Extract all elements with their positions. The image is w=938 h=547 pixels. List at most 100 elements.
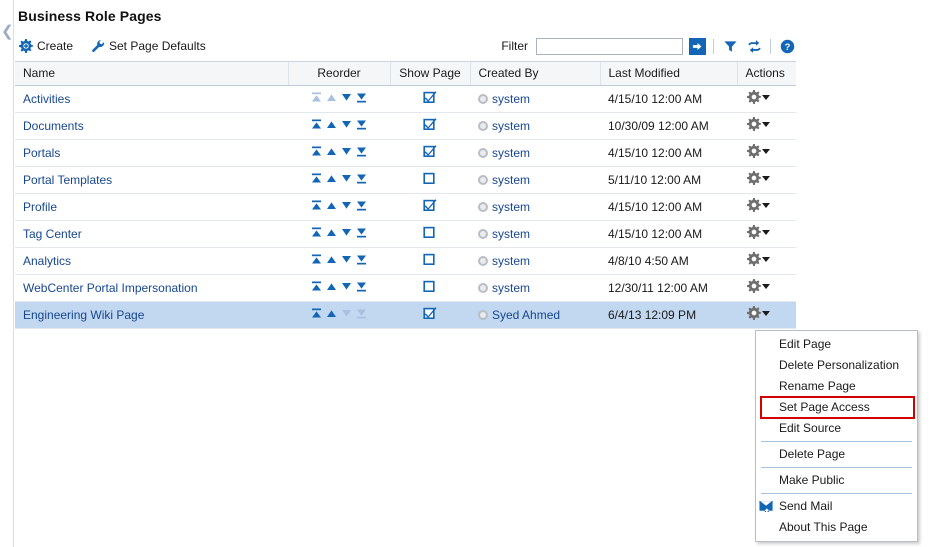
row-actions-menu-button[interactable] [747,279,770,293]
created-by-link[interactable]: system [492,254,530,268]
show-page-checkbox-checked[interactable] [423,144,437,158]
table-row[interactable]: Tag Center system 4/15/10 12:00 AM [15,220,796,248]
menu-item-delete-personalization[interactable]: Delete Personalization [756,355,917,376]
actions-gear-icon[interactable] [747,171,761,185]
move-to-top-icon[interactable] [310,91,323,104]
table-row[interactable]: Analytics system 4/8/10 4:50 AM [15,247,796,275]
menu-item-delete-page[interactable]: Delete Page [756,444,917,465]
move-down-icon[interactable] [340,118,353,131]
show-page-checkbox-unchecked[interactable] [423,171,437,185]
row-actions-menu-button[interactable] [747,252,770,266]
move-up-icon[interactable] [325,145,338,158]
set-page-defaults-button[interactable]: Set Page Defaults [91,39,206,53]
page-name-link[interactable]: Portals [23,146,60,160]
move-up-icon[interactable] [325,118,338,131]
move-to-bottom-icon[interactable] [355,118,368,131]
presence-indicator-icon[interactable] [478,93,488,104]
move-down-icon[interactable] [340,91,353,104]
filter-go-button[interactable] [689,37,706,55]
column-header-actions[interactable]: Actions [737,62,796,86]
move-to-top-icon[interactable] [310,199,323,212]
page-name-link[interactable]: Portal Templates [23,173,112,187]
menu-item-edit-source[interactable]: Edit Source [756,418,917,439]
row-actions-menu-button[interactable] [747,144,770,158]
move-to-top-icon[interactable] [310,280,323,293]
presence-indicator-icon[interactable] [478,120,488,131]
move-to-top-icon[interactable] [310,253,323,266]
created-by-link[interactable]: system [492,200,530,214]
move-to-bottom-icon[interactable] [355,91,368,104]
show-page-checkbox-checked[interactable] [423,117,437,131]
created-by-link[interactable]: Syed Ahmed [492,308,560,322]
help-button[interactable]: ? [778,37,796,55]
table-row[interactable]: Documents system 10/30/09 12:00 AM [15,112,796,140]
presence-indicator-icon[interactable] [478,201,488,212]
table-row[interactable]: Portal Templates system 5/11/10 12:00 AM [15,166,796,194]
created-by-link[interactable]: system [492,281,530,295]
presence-indicator-icon[interactable] [478,309,488,320]
detach-button[interactable] [745,37,763,55]
move-down-icon[interactable] [340,145,353,158]
move-to-bottom-icon[interactable] [355,172,368,185]
move-to-top-icon[interactable] [310,172,323,185]
move-to-top-icon[interactable] [310,226,323,239]
page-name-link[interactable]: Profile [23,200,57,214]
move-up-icon[interactable] [325,280,338,293]
presence-indicator-icon[interactable] [478,174,488,185]
created-by-link[interactable]: system [492,92,530,106]
column-header-created-by[interactable]: Created By [470,62,601,86]
menu-item-make-public[interactable]: Make Public [756,470,917,491]
move-to-bottom-icon[interactable] [355,226,368,239]
move-up-icon[interactable] [325,307,338,320]
show-page-checkbox-checked[interactable] [423,306,437,320]
show-page-checkbox-unchecked[interactable] [423,252,437,266]
menu-item-set-page-access[interactable]: Set Page Access [760,396,915,419]
created-by-link[interactable]: system [492,173,530,187]
move-to-top-icon[interactable] [310,145,323,158]
table-row[interactable]: Profile system 4/15/10 12:00 AM [15,193,796,221]
move-to-bottom-icon[interactable] [355,145,368,158]
presence-indicator-icon[interactable] [478,255,488,266]
move-down-icon[interactable] [340,253,353,266]
actions-gear-icon[interactable] [747,144,761,158]
move-to-bottom-icon[interactable] [355,199,368,212]
menu-item-send-mail[interactable]: Send Mail [756,496,917,517]
actions-gear-icon[interactable] [747,117,761,131]
row-actions-menu-button[interactable] [747,171,770,185]
table-row[interactable]: Activities system 4/15/10 12:00 AM [15,85,796,113]
move-to-bottom-icon[interactable] [355,253,368,266]
page-name-link[interactable]: Activities [23,92,70,106]
row-actions-menu-button[interactable] [747,306,770,320]
actions-gear-icon[interactable] [747,198,761,212]
table-row[interactable]: WebCenter Portal Impersonation system 12/3… [15,274,796,302]
created-by-link[interactable]: system [492,227,530,241]
row-actions-menu-button[interactable] [747,90,770,104]
actions-gear-icon[interactable] [747,90,761,104]
move-down-icon[interactable] [340,280,353,293]
actions-gear-icon[interactable] [747,279,761,293]
move-to-top-icon[interactable] [310,118,323,131]
menu-item-about-this-page[interactable]: About This Page [756,517,917,538]
menu-item-edit-page[interactable]: Edit Page [756,334,917,355]
page-name-link[interactable]: Documents [23,119,84,133]
column-header-show-page[interactable]: Show Page [390,62,471,86]
created-by-link[interactable]: system [492,119,530,133]
page-name-link[interactable]: Tag Center [23,227,82,241]
move-up-icon[interactable] [325,253,338,266]
page-name-link[interactable]: WebCenter Portal Impersonation [23,281,198,295]
move-up-icon[interactable] [325,226,338,239]
move-up-icon[interactable] [325,199,338,212]
presence-indicator-icon[interactable] [478,147,488,158]
move-up-icon[interactable] [325,172,338,185]
move-up-icon[interactable] [325,91,338,104]
chevron-left-icon[interactable]: ❮ [1,24,14,40]
move-down-icon[interactable] [340,307,353,320]
show-page-checkbox-unchecked[interactable] [423,225,437,239]
actions-gear-icon[interactable] [747,225,761,239]
move-to-top-icon[interactable] [310,307,323,320]
move-down-icon[interactable] [340,199,353,212]
show-page-checkbox-unchecked[interactable] [423,279,437,293]
actions-gear-icon[interactable] [747,252,761,266]
move-down-icon[interactable] [340,172,353,185]
move-down-icon[interactable] [340,226,353,239]
